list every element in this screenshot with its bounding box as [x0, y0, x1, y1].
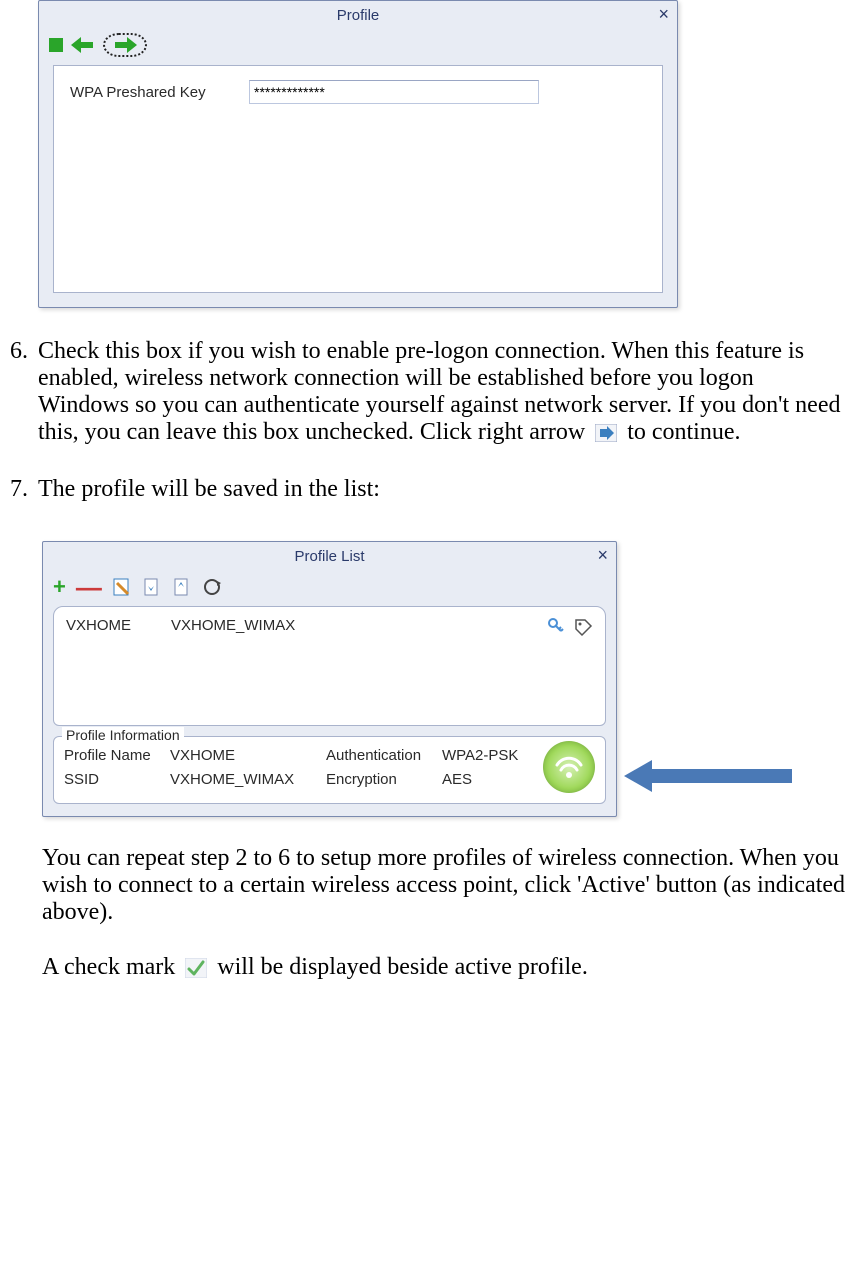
step-7-number: 7. [4, 476, 28, 503]
pointer-arrow [624, 756, 794, 796]
checkmark-inline-icon [185, 958, 207, 978]
remove-icon[interactable]: — [76, 574, 102, 600]
wpa-key-input[interactable] [249, 80, 539, 104]
profile-row[interactable]: VXHOME VXHOME_WIMAX [66, 617, 593, 634]
info-label-enc: Encryption [326, 771, 436, 793]
close-icon[interactable]: × [597, 546, 608, 564]
profile-titlebar: Profile × [39, 1, 677, 29]
step-7: 7. The profile will be saved in the list… [4, 476, 848, 503]
back-arrow-icon[interactable] [71, 37, 95, 53]
document-body: 6. Check this box if you wish to enable … [0, 338, 852, 1001]
right-arrow-inline-icon [595, 424, 617, 442]
profile-info-box: Profile Information Profile Name VXHOME … [53, 736, 606, 804]
key-icon [547, 617, 565, 640]
paragraph-checkmark: A check mark will be displayed beside ac… [42, 954, 848, 981]
profile-list-title: Profile List [294, 548, 364, 565]
add-icon[interactable]: + [53, 576, 66, 598]
profile-title: Profile [337, 7, 380, 24]
stop-icon[interactable] [49, 38, 63, 52]
profile-toolbar [39, 29, 677, 65]
wpa-key-row: WPA Preshared Key [70, 80, 646, 104]
paragraph-checkmark-a: A check mark [42, 954, 181, 980]
close-icon[interactable]: × [658, 5, 669, 23]
highlight-circle [103, 33, 147, 57]
profile-row-icons [547, 617, 593, 640]
tag-icon [573, 617, 593, 640]
profile-panel: WPA Preshared Key [53, 65, 663, 293]
info-label-ssid: SSID [64, 771, 164, 793]
paragraph-checkmark-b: will be displayed beside active profile. [217, 954, 588, 980]
step-6-number: 6. [4, 338, 28, 446]
wpa-key-label: WPA Preshared Key [70, 84, 235, 101]
profile-row-name: VXHOME [66, 617, 131, 634]
step-6-text: Check this box if you wish to enable pre… [38, 338, 848, 446]
info-value-enc: AES [442, 771, 527, 793]
profile-list-window: Profile List × + — VXHOME VXHOME_WIMAX [42, 541, 617, 817]
import-icon[interactable] [142, 577, 162, 597]
active-button-icon[interactable] [543, 741, 595, 793]
paragraph-repeat: You can repeat step 2 to 6 to setup more… [42, 845, 848, 926]
info-value-auth: WPA2-PSK [442, 747, 527, 769]
refresh-icon[interactable] [202, 577, 222, 597]
profile-row-ssid: VXHOME_WIMAX [171, 617, 295, 634]
profile-info-grid: Profile Name VXHOME Authentication WPA2-… [64, 747, 531, 793]
info-label-profile-name: Profile Name [64, 747, 164, 769]
info-value-profile-name: VXHOME [170, 747, 320, 769]
info-value-ssid: VXHOME_WIMAX [170, 771, 320, 793]
forward-arrow-icon[interactable] [113, 37, 137, 53]
profile-info-legend: Profile Information [62, 727, 184, 743]
profile-list-area: VXHOME VXHOME_WIMAX [53, 606, 606, 726]
step-6-text-b: to continue. [627, 419, 740, 445]
profile-list-toolbar: + — [43, 570, 616, 606]
step-7-text: The profile will be saved in the list: [38, 476, 848, 503]
profile-list-titlebar: Profile List × [43, 542, 616, 570]
profile-window: Profile × WPA Preshared Key [38, 0, 678, 308]
info-label-auth: Authentication [326, 747, 436, 769]
export-icon[interactable] [172, 577, 192, 597]
edit-icon[interactable] [112, 577, 132, 597]
step-6: 6. Check this box if you wish to enable … [4, 338, 848, 446]
